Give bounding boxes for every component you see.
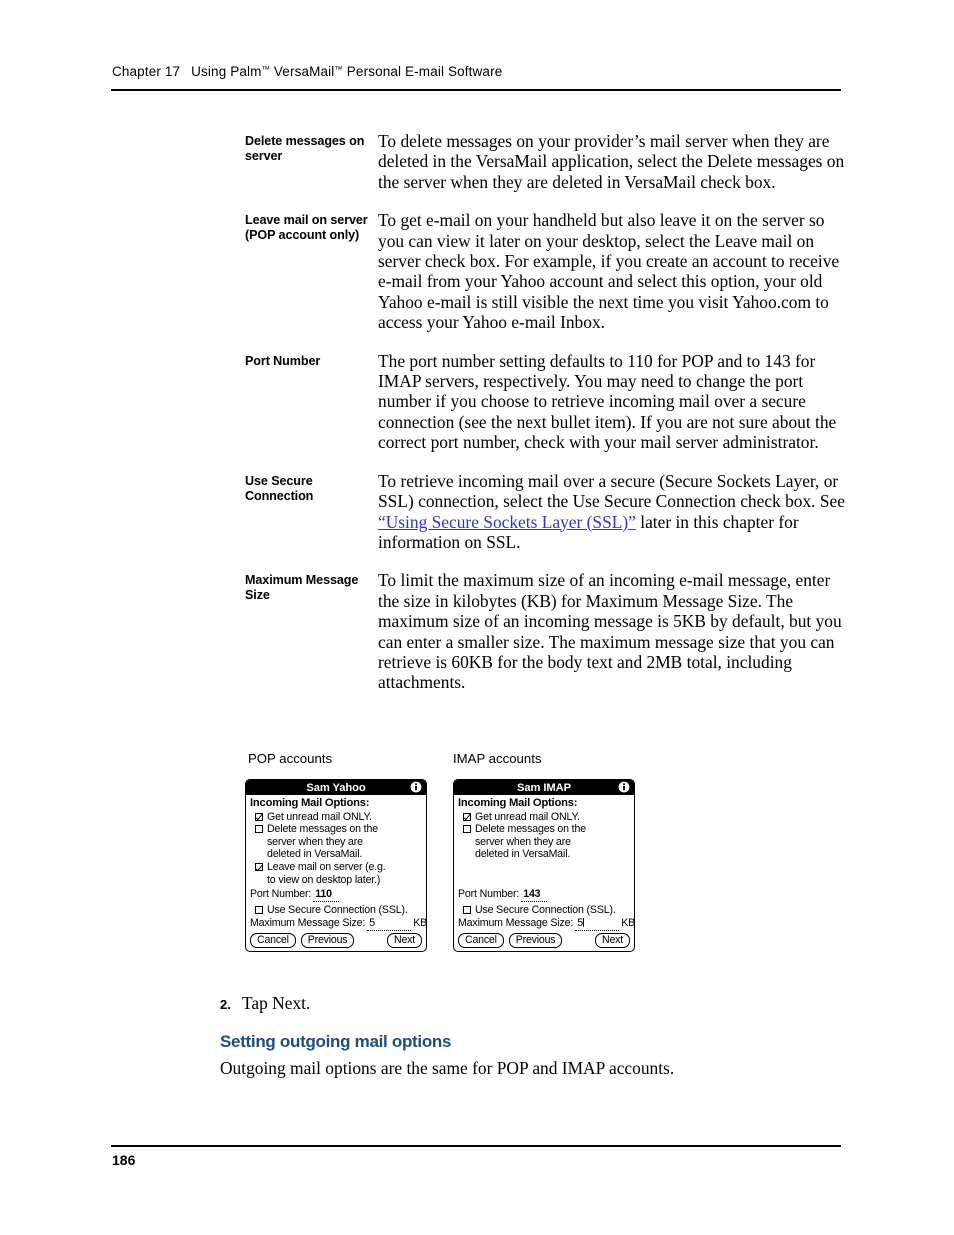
- definition-term: Delete messages on server: [245, 134, 365, 163]
- palm-screenshot-imap: Sam IMAP Incoming Mail Options: Get unre…: [453, 779, 635, 952]
- definition-row-use-secure-connection: Use Secure Connection To retrieve incomi…: [245, 471, 845, 553]
- section-heading: Setting outgoing mail options: [220, 1032, 452, 1051]
- info-icon[interactable]: [410, 781, 422, 793]
- port-number-input[interactable]: 143: [521, 888, 548, 902]
- palm-screenshot-pop: Sam Yahoo Incoming Mail Options: Get unr…: [245, 779, 427, 952]
- description-text-before-link: To retrieve incoming mail over a secure …: [378, 470, 845, 512]
- running-head-title-part3: Personal E-mail Software: [342, 64, 503, 79]
- palm-section-heading: Incoming Mail Options:: [250, 797, 370, 809]
- checkbox-icon-unchecked[interactable]: [463, 905, 471, 914]
- port-number-label: Port Number:: [458, 887, 520, 900]
- palm-title-bar: Sam IMAP: [454, 780, 634, 795]
- section-paragraph: Outgoing mail options are the same for P…: [220, 1058, 675, 1078]
- info-icon[interactable]: [618, 781, 630, 793]
- port-number-field-row: Port Number: 143: [458, 888, 630, 902]
- maximum-message-size-unit: KB.: [413, 917, 427, 930]
- definition-term: Leave mail on server (POP account only): [245, 213, 368, 243]
- next-button[interactable]: Next: [387, 932, 422, 948]
- definition-description: To retrieve incoming mail over a secure …: [378, 471, 845, 553]
- trademark-symbol-versamail: ™: [334, 64, 343, 75]
- maximum-message-size-input[interactable]: 5: [367, 917, 412, 931]
- definition-list: Delete messages on server To delete mess…: [245, 131, 845, 711]
- text-cursor: [582, 918, 585, 928]
- running-head-title-part1: Using Palm: [191, 64, 262, 79]
- palm-section-heading: Incoming Mail Options:: [458, 797, 578, 809]
- palm-button-row: Cancel Previous Next: [250, 932, 422, 948]
- checkbox-use-secure-connection[interactable]: Use Secure Connection (SSL).: [255, 904, 422, 917]
- checkbox-label: Leave mail on server (e.g.: [267, 860, 386, 873]
- checkbox-icon-unchecked[interactable]: [255, 825, 263, 834]
- maximum-message-size-field-row: Maximum Message Size: 5 KB.: [458, 917, 634, 931]
- checkbox-delete-messages-on-server[interactable]: Delete messages on the: [463, 823, 630, 836]
- checkbox-icon-unchecked[interactable]: [463, 825, 471, 834]
- definition-row-leave-mail-on-server: Leave mail on server (POP account only) …: [245, 210, 845, 332]
- checkbox-label-line3: deleted in VersaMail.: [475, 848, 571, 861]
- definition-term: Use Secure Connection: [245, 473, 314, 503]
- checkbox-leave-mail-on-server[interactable]: Leave mail on server (e.g.: [255, 861, 422, 874]
- definition-row-delete-messages: Delete messages on server To delete mess…: [245, 131, 845, 192]
- header-rule: [111, 89, 841, 92]
- palm-button-row: Cancel Previous Next: [458, 932, 630, 948]
- previous-button[interactable]: Previous: [300, 932, 355, 948]
- palm-title-text: Sam IMAP: [517, 781, 571, 794]
- port-number-input[interactable]: 110: [313, 888, 340, 902]
- port-number-label: Port Number:: [250, 888, 312, 901]
- cancel-button[interactable]: Cancel: [250, 932, 296, 948]
- checkbox-icon-checked[interactable]: [463, 812, 471, 821]
- maximum-message-size-label: Maximum Message Size:: [250, 917, 366, 930]
- definition-term: Port Number: [245, 353, 321, 368]
- definition-description: To get e-mail on your handheld but also …: [378, 210, 840, 333]
- definition-row-maximum-message-size: Maximum Message Size To limit the maximu…: [245, 570, 845, 692]
- step-text: Tap Next.: [242, 993, 311, 1013]
- step-number: 2.: [220, 997, 231, 1012]
- definition-description: To delete messages on your provider’s ma…: [378, 131, 845, 192]
- definition-row-port-number: Port Number The port number setting defa…: [245, 351, 845, 453]
- cancel-button[interactable]: Cancel: [458, 932, 504, 948]
- maximum-message-size-unit: KB.: [621, 917, 635, 930]
- maximum-message-size-field-row: Maximum Message Size: 5 KB.: [250, 917, 426, 931]
- checkbox-delete-messages-on-server[interactable]: Delete messages on the: [255, 823, 422, 836]
- maximum-message-size-input[interactable]: 5: [575, 917, 620, 931]
- checkbox-use-secure-connection[interactable]: Use Secure Connection (SSL).: [463, 904, 630, 917]
- checkbox-label-line2: server when they are: [475, 835, 571, 848]
- figure-caption-imap: IMAP accounts: [453, 751, 542, 766]
- palm-body: Incoming Mail Options: Get unread mail O…: [454, 795, 634, 951]
- running-head-chapter: Chapter 17: [112, 64, 181, 79]
- palm-title-text: Sam Yahoo: [306, 781, 366, 794]
- definition-description: To limit the maximum size of an incoming…: [378, 570, 842, 693]
- checkbox-icon-unchecked[interactable]: [255, 906, 263, 915]
- panel-spacer: [458, 861, 630, 886]
- previous-button[interactable]: Previous: [508, 932, 563, 948]
- port-number-field-row: Port Number: 110: [250, 888, 422, 902]
- palm-body: Incoming Mail Options: Get unread mail O…: [246, 795, 426, 951]
- checkbox-icon-checked[interactable]: [255, 863, 263, 872]
- checkbox-get-unread-mail-only[interactable]: Get unread mail ONLY.: [463, 811, 630, 824]
- maximum-message-size-label: Maximum Message Size:: [458, 917, 574, 930]
- checkbox-label: Delete messages on the: [267, 823, 378, 836]
- running-head: Chapter 17 Using Palm™ VersaMail™ Persona…: [112, 64, 502, 79]
- figure-caption-pop: POP accounts: [248, 751, 333, 766]
- checkbox-label: Get unread mail ONLY.: [475, 810, 580, 823]
- checkbox-label: Use Secure Connection (SSL).: [267, 903, 408, 916]
- checkbox-label-line2: to view on desktop later.): [267, 873, 381, 886]
- checkbox-label-line2: server when they are: [267, 835, 363, 848]
- next-button[interactable]: Next: [595, 932, 630, 948]
- trademark-symbol-palm: ™: [261, 64, 271, 75]
- checkbox-label: Use Secure Connection (SSL).: [475, 903, 616, 916]
- checkbox-label: Delete messages on the: [475, 823, 586, 836]
- page-number: 186: [112, 1152, 136, 1168]
- footer-rule: [111, 1145, 841, 1148]
- checkbox-get-unread-mail-only[interactable]: Get unread mail ONLY.: [255, 811, 422, 824]
- checkbox-icon-checked[interactable]: [255, 812, 263, 821]
- numbered-step: 2. Tap Next.: [220, 993, 310, 1013]
- definition-term: Maximum Message Size: [245, 573, 359, 603]
- checkbox-label: Get unread mail ONLY.: [267, 810, 372, 823]
- checkbox-label-line3: deleted in VersaMail.: [267, 848, 363, 861]
- ssl-chapter-link[interactable]: “Using Secure Sockets Layer (SSL)”: [378, 512, 636, 532]
- palm-title-bar: Sam Yahoo: [246, 780, 426, 795]
- definition-description: The port number setting defaults to 110 …: [378, 350, 837, 453]
- running-head-title-part2: VersaMail: [270, 64, 335, 79]
